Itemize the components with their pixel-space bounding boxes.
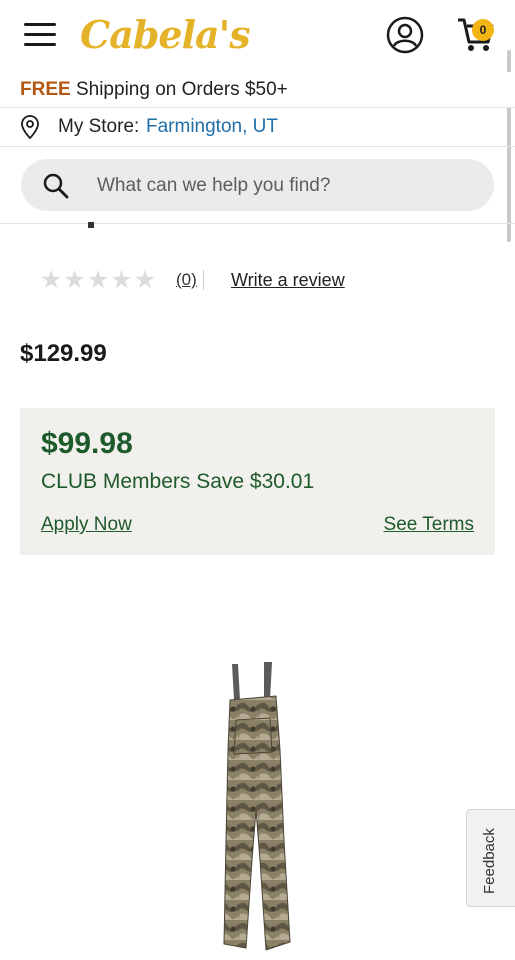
my-store-bar[interactable]: My Store: Farmington, UT — [0, 108, 515, 147]
rating-divider — [203, 270, 204, 290]
header-divider — [0, 223, 515, 224]
search-input[interactable] — [95, 159, 479, 213]
review-count-link[interactable]: (0) — [176, 270, 197, 290]
location-pin-icon — [21, 115, 39, 140]
header: Cabela's 0 — [0, 0, 515, 73]
see-terms-link[interactable]: See Terms — [384, 514, 474, 536]
star-icon: ★ — [110, 266, 133, 294]
write-review-link[interactable]: Write a review — [231, 270, 345, 291]
rating-stars[interactable]: ★ ★ ★ ★ ★ — [40, 266, 156, 294]
shipping-text: Shipping on Orders $50+ — [75, 79, 288, 100]
store-name-link[interactable]: Farmington, UT — [146, 108, 278, 146]
my-store-label: My Store: — [58, 116, 140, 137]
hamburger-menu-icon[interactable] — [24, 22, 56, 48]
star-icon: ★ — [133, 266, 157, 294]
apply-now-link[interactable]: Apply Now — [41, 514, 132, 536]
search-bar[interactable] — [21, 159, 494, 213]
star-icon: ★ — [63, 266, 86, 294]
cart-count-badge: 0 — [472, 19, 494, 41]
club-offer-box: $99.98 CLUB Members Save $30.01 Apply No… — [20, 408, 495, 555]
feedback-label: Feedback — [481, 828, 498, 894]
regular-price: $129.99 — [20, 340, 107, 367]
search-icon[interactable] — [43, 173, 69, 199]
feedback-tab[interactable]: Feedback — [466, 809, 515, 907]
star-icon: ★ — [40, 266, 63, 294]
club-savings-text: CLUB Members Save $30.01 — [41, 470, 315, 493]
club-price: $99.98 — [41, 427, 133, 460]
free-shipping-banner[interactable]: FREE Shipping on Orders $50+ — [0, 72, 515, 108]
account-icon[interactable] — [386, 16, 424, 54]
product-image-camo-bibs[interactable] — [218, 660, 298, 955]
free-label: FREE — [20, 79, 71, 100]
logo[interactable]: Cabela's — [80, 12, 251, 58]
star-icon: ★ — [86, 266, 110, 294]
cut-off-title-fragment — [88, 222, 94, 228]
